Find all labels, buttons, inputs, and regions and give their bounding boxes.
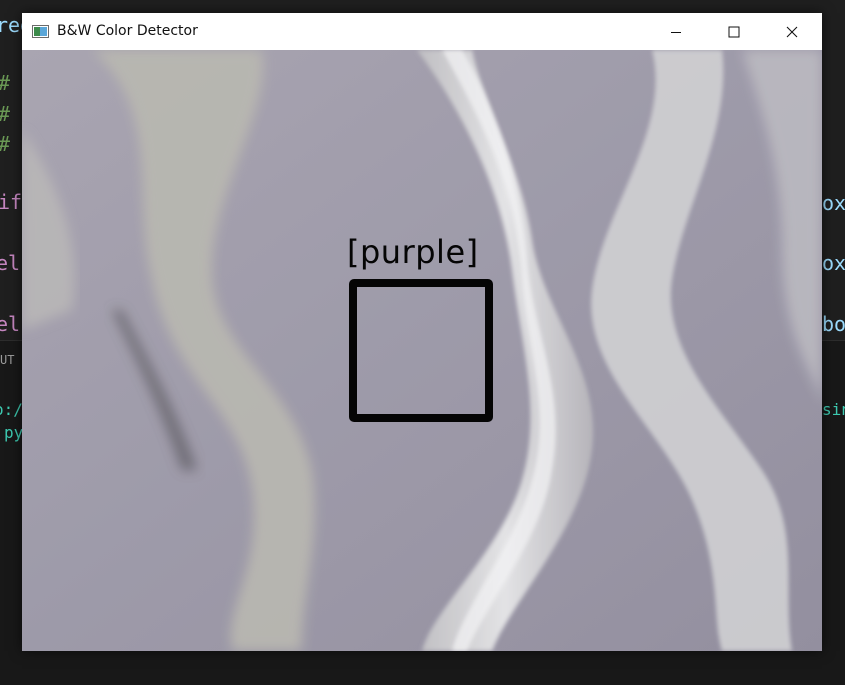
window-title: B&W Color Detector bbox=[57, 23, 198, 39]
code-fragment: bo bbox=[822, 312, 845, 336]
minimize-button[interactable] bbox=[647, 13, 705, 50]
camera-feed: [purple] bbox=[22, 50, 822, 651]
code-fragment: ox bbox=[822, 191, 845, 215]
code-fragment: if bbox=[0, 190, 23, 214]
minimize-icon bbox=[671, 31, 681, 33]
terminal-fragment: py bbox=[4, 423, 24, 442]
detector-window[interactable]: B&W Color Detector [purple] bbox=[22, 13, 822, 651]
detection-label: [purple] bbox=[347, 233, 479, 271]
close-button[interactable] bbox=[763, 13, 821, 50]
close-icon bbox=[786, 26, 798, 37]
maximize-icon bbox=[728, 26, 740, 37]
code-fragment: ox bbox=[822, 251, 845, 275]
terminal-fragment: o:/ bbox=[0, 400, 23, 419]
maximize-button[interactable] bbox=[705, 13, 763, 50]
panel-tab-output[interactable]: UT bbox=[0, 354, 14, 366]
app-icon bbox=[32, 25, 49, 38]
terminal-fragment: sin bbox=[822, 400, 845, 419]
title-bar[interactable]: B&W Color Detector bbox=[22, 13, 822, 50]
detection-box bbox=[349, 279, 493, 422]
